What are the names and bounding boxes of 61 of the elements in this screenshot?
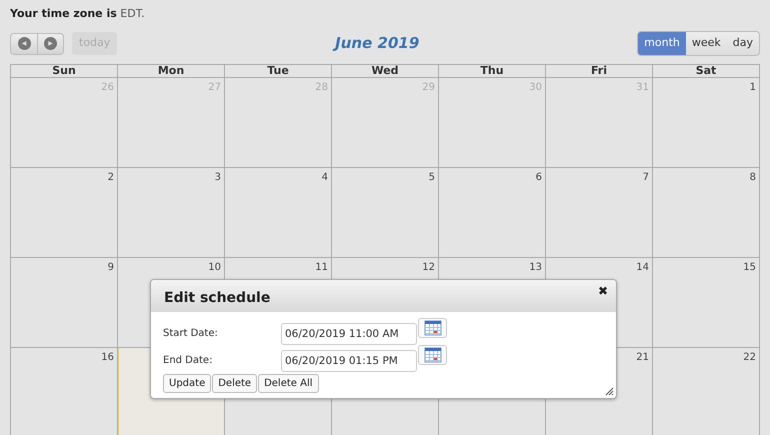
close-button[interactable]: ✖ <box>598 282 608 300</box>
weekday-header: Mon <box>118 64 225 78</box>
day-cell[interactable]: 22 <box>653 348 760 435</box>
day-cell[interactable]: 6 <box>439 168 546 258</box>
calendar-icon <box>424 320 442 336</box>
day-cell[interactable]: 3 <box>118 168 225 258</box>
dialog-title: Edit schedule <box>164 290 270 306</box>
day-number: 30 <box>529 82 542 92</box>
day-number: 12 <box>422 262 435 272</box>
day-number: 26 <box>101 82 114 92</box>
day-cell[interactable]: 4 <box>225 168 332 258</box>
day-number: 2 <box>108 172 114 182</box>
day-number: 28 <box>315 82 328 92</box>
day-number: 15 <box>743 262 756 272</box>
day-number: 31 <box>636 82 649 92</box>
month-title: June 2019 <box>117 32 638 55</box>
day-cell[interactable]: 2 <box>11 168 118 258</box>
view-tab[interactable]: week <box>686 32 727 55</box>
resize-grip-icon <box>605 387 614 396</box>
day-number: 21 <box>636 352 649 362</box>
day-cell[interactable]: 8 <box>653 168 760 258</box>
calendar-button[interactable] <box>418 345 447 365</box>
view-tab[interactable]: day <box>726 32 759 55</box>
dialog-button[interactable]: Delete <box>212 374 258 393</box>
calendar-icon <box>424 347 442 363</box>
field-label: End Date: <box>163 354 214 368</box>
date-field[interactable]: 06/20/2019 11:00 AM <box>281 322 417 344</box>
calendar-button[interactable] <box>418 318 447 338</box>
day-cell[interactable]: 5 <box>332 168 439 258</box>
day-cell[interactable]: 1 <box>653 78 760 168</box>
day-number: 10 <box>208 262 221 272</box>
day-cell[interactable]: 15 <box>653 258 760 348</box>
dialog-button[interactable]: Delete All <box>258 374 319 393</box>
day-cell[interactable]: 9 <box>11 258 118 348</box>
weekday-header: Tue <box>225 64 332 78</box>
weekday-header: Sat <box>653 64 760 78</box>
day-number: 5 <box>428 172 435 182</box>
weekday-header: Fri <box>546 64 653 78</box>
day-number: 14 <box>636 262 649 272</box>
time-zone-text: Your time zone is EDT. <box>10 6 146 22</box>
day-cell[interactable]: 7 <box>546 168 653 258</box>
date-field[interactable]: 06/20/2019 01:15 PM <box>281 350 417 372</box>
day-number: 27 <box>208 82 221 92</box>
day-number: 16 <box>101 352 114 362</box>
day-number: 4 <box>322 172 328 182</box>
weekday-header: Wed <box>332 64 439 78</box>
day-number: 7 <box>642 172 649 182</box>
day-number: 13 <box>529 262 542 272</box>
day-number: 6 <box>536 172 542 182</box>
day-number: 9 <box>108 262 114 272</box>
dialog-button[interactable]: Update <box>163 374 212 393</box>
day-number: 11 <box>315 262 328 272</box>
field-label: Start Date: <box>163 327 219 341</box>
day-number: 1 <box>750 82 756 92</box>
day-number: 29 <box>422 82 435 92</box>
view-tab[interactable]: month <box>638 32 686 55</box>
day-number: 3 <box>214 172 221 182</box>
weekday-header: Sun <box>11 64 118 78</box>
day-number: 8 <box>750 172 756 182</box>
day-number: 22 <box>743 352 756 362</box>
weekday-header: Thu <box>439 64 546 78</box>
